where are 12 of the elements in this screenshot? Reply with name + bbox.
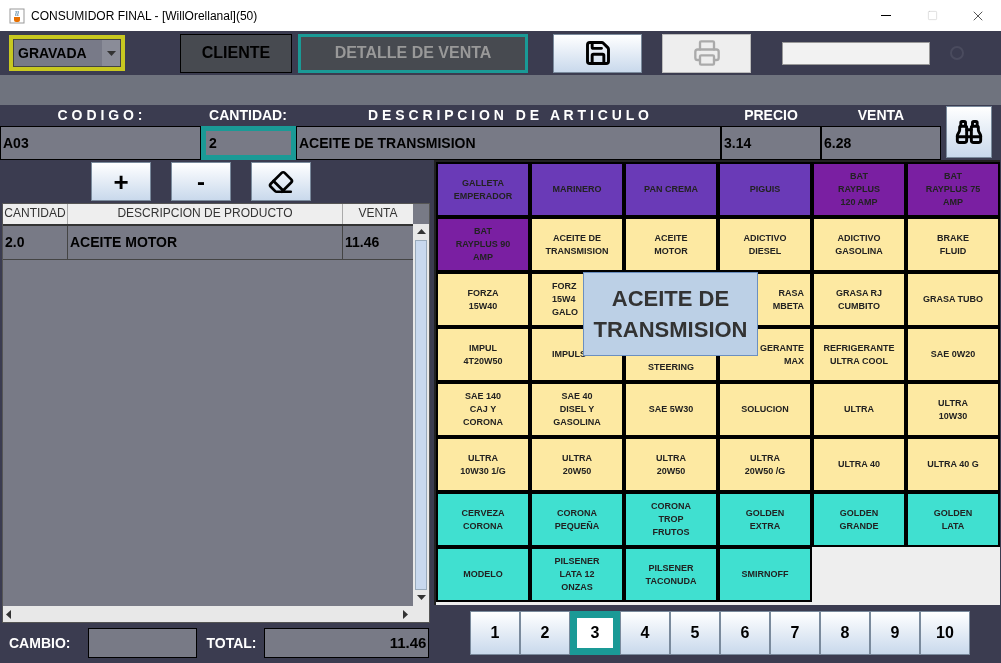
price-label: PRECIO [743,106,799,125]
sale-label: VENTA [856,106,906,125]
window-title: CONSUMIDOR FINAL - [WillOrellanal](50) [31,7,258,25]
quantity-label: CANTIDAD: [208,106,288,125]
change-label: CAMBIO: [9,633,71,653]
table-cell-text: 11.46 [344,233,381,252]
table-cell: ACEITE MOTOR [68,226,343,259]
description-label: D E S C R I P C I O N D E A R T I C U L O [367,106,650,125]
table-cell: 2.0 [3,226,68,259]
total-label: TOTAL: [206,633,257,653]
product-tooltip: ACEITE DE TRANSMISION [583,272,758,356]
code-label: C O D I G O : [56,106,144,125]
